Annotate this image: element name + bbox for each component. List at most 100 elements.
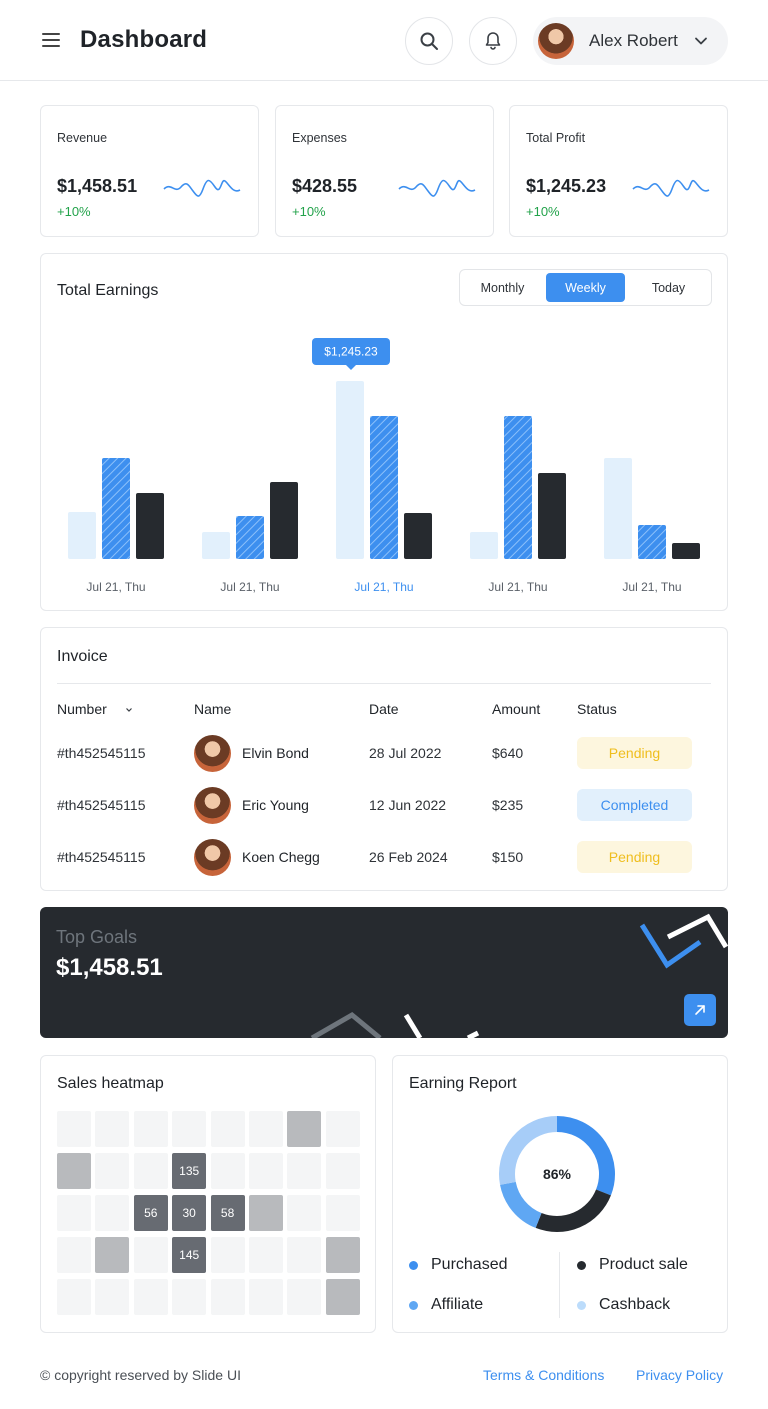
search-icon (420, 32, 438, 50)
heatmap-cell[interactable] (57, 1111, 91, 1147)
legend-label: Cashback (599, 1296, 671, 1313)
bar[interactable] (538, 473, 566, 559)
heatmap-cell[interactable] (325, 1237, 360, 1273)
heatmap-cell[interactable] (249, 1153, 283, 1189)
column-label: Number (57, 701, 107, 717)
heatmap-cell[interactable] (210, 1279, 245, 1315)
avatar (538, 23, 574, 59)
notifications-button[interactable] (469, 17, 517, 65)
heatmap-cell[interactable]: 30 (172, 1195, 207, 1231)
heatmap-cell[interactable] (133, 1111, 168, 1147)
goals-label: Top Goals (56, 927, 138, 947)
invoice-amount: $640 (492, 745, 524, 761)
stat-value: $1,245.23 (526, 176, 607, 196)
stat-label: Total Profit (526, 131, 586, 145)
x-tick-label: Jul 21, Thu (86, 580, 145, 594)
legend-dot (577, 1300, 586, 1310)
heatmap-cell[interactable] (133, 1153, 168, 1189)
sparkline-icon (398, 179, 476, 197)
heatmap-cell[interactable] (172, 1111, 207, 1147)
invoice-title: Invoice (57, 648, 108, 665)
bar[interactable] (236, 516, 264, 559)
bar[interactable] (68, 512, 96, 559)
heatmap-cell[interactable] (249, 1195, 283, 1231)
heatmap-cell[interactable]: 56 (133, 1195, 168, 1231)
customer-name: Elvin Bond (242, 745, 309, 761)
bar[interactable] (136, 493, 164, 559)
user-menu[interactable]: Alex Robert (533, 17, 728, 65)
heatmap-cell[interactable] (57, 1195, 91, 1231)
heatmap-cell[interactable] (325, 1111, 360, 1147)
legend-product-sale: Product sale (577, 1256, 688, 1274)
column-header-name: Name (194, 701, 232, 717)
bar[interactable] (470, 532, 498, 559)
earnings-card: Total Earnings Monthly Weekly Today Jul … (40, 253, 728, 611)
stat-card-total-profit: Total Profit $1,245.23 +10% (509, 105, 728, 237)
legend-dot (577, 1260, 586, 1270)
menu-icon[interactable] (40, 31, 62, 49)
heatmap-cell[interactable] (133, 1237, 168, 1273)
heatmap-cell[interactable] (249, 1237, 283, 1273)
heatmap-cell[interactable] (95, 1153, 130, 1189)
heatmap-cell[interactable] (287, 1153, 322, 1189)
heatmap-cell[interactable] (210, 1153, 245, 1189)
heatmap-cell[interactable] (57, 1279, 91, 1315)
column-header-number[interactable]: Number (57, 701, 133, 717)
heatmap-cell[interactable] (287, 1279, 322, 1315)
heatmap-cell[interactable] (325, 1279, 360, 1315)
stat-value: $1,458.51 (57, 176, 138, 196)
earning-report-card: Earning Report 86% Purchased Product sal… (392, 1055, 728, 1333)
top-goals-banner: Top Goals $1,458.51 (40, 907, 728, 1038)
legend-dot (409, 1300, 418, 1310)
privacy-link[interactable]: Privacy Policy (636, 1367, 723, 1383)
heatmap-cell[interactable] (249, 1111, 283, 1147)
heatmap-cell[interactable] (287, 1111, 322, 1147)
bar[interactable] (672, 543, 700, 559)
donut-segment[interactable] (500, 1181, 542, 1228)
bar[interactable] (202, 532, 230, 559)
bar[interactable] (504, 416, 532, 559)
terms-link[interactable]: Terms & Conditions (483, 1367, 604, 1383)
page-title: Dashboard (80, 26, 208, 53)
heatmap-cell[interactable] (325, 1195, 360, 1231)
legend-label: Purchased (431, 1256, 508, 1273)
heatmap-cell[interactable] (95, 1195, 130, 1231)
bar[interactable] (638, 525, 666, 559)
donut-segment[interactable] (556, 1116, 615, 1196)
bar[interactable] (336, 381, 364, 559)
invoice-amount: $150 (492, 849, 524, 865)
x-tick-label: Jul 21, Thu (622, 580, 681, 594)
heatmap-cell[interactable] (95, 1279, 130, 1315)
heatmap-cell[interactable] (95, 1111, 130, 1147)
heatmap-cell[interactable] (325, 1153, 360, 1189)
invoice-date: 28 Jul 2022 (369, 745, 442, 761)
stat-label: Revenue (57, 131, 108, 145)
search-button[interactable] (405, 17, 453, 65)
report-title: Earning Report (409, 1075, 517, 1092)
bar[interactable] (404, 513, 432, 559)
heatmap-cell[interactable] (95, 1237, 130, 1273)
sparkline-icon (632, 179, 710, 197)
heatmap-cell[interactable] (57, 1237, 91, 1273)
heatmap-cell[interactable] (210, 1111, 245, 1147)
heatmap-cell[interactable] (287, 1237, 322, 1273)
heatmap-cell[interactable] (210, 1237, 245, 1273)
heatmap-cell[interactable] (287, 1195, 322, 1231)
bar[interactable] (370, 416, 398, 559)
chevron-down-icon (694, 37, 707, 45)
open-goals-button[interactable] (684, 994, 716, 1026)
heatmap-cell[interactable] (249, 1279, 283, 1315)
donut-segment[interactable] (535, 1189, 611, 1232)
heatmap-cell[interactable] (57, 1153, 91, 1189)
bar[interactable] (604, 458, 632, 559)
heatmap-cell[interactable]: 135 (172, 1153, 207, 1189)
heatmap-cell[interactable] (172, 1279, 207, 1315)
heatmap-cell[interactable]: 58 (210, 1195, 245, 1231)
bar[interactable] (270, 482, 298, 559)
heatmap-cell[interactable]: 145 (172, 1237, 207, 1273)
stat-label: Expenses (292, 131, 347, 145)
avatar (194, 735, 231, 772)
bar[interactable] (102, 458, 130, 559)
heatmap-cell[interactable] (133, 1279, 168, 1315)
earnings-bar-chart: Jul 21, Thu Jul 21, Thu Jul 21, Thu Jul 21,… (68, 338, 700, 594)
